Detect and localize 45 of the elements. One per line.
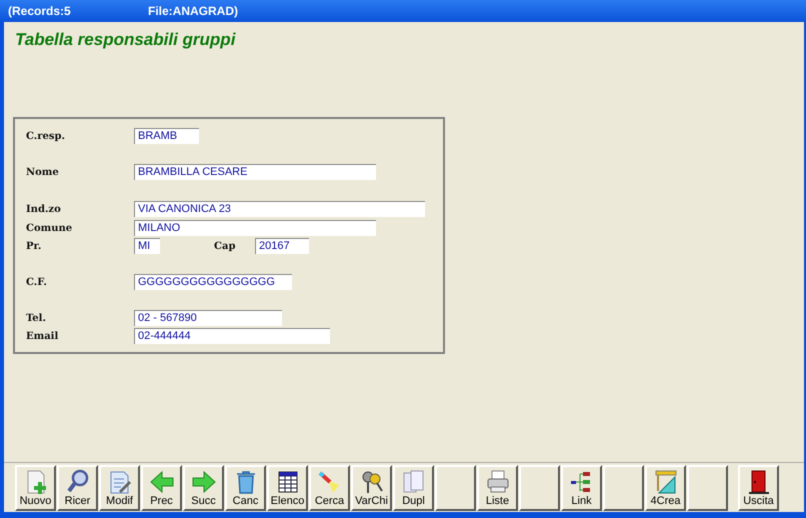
field-label: Ind.zo [26, 202, 62, 216]
toolbar-button[interactable]: VarChi [351, 464, 392, 510]
text-field[interactable]: 02 - 567890 [134, 310, 282, 326]
text-field[interactable]: MI [134, 238, 160, 254]
left-arrow-icon [148, 468, 174, 494]
field-label: Nome [26, 166, 60, 180]
toolbar-button[interactable]: Link [561, 464, 602, 510]
text-field[interactable]: GGGGGGGGGGGGGGGG [134, 274, 292, 290]
window-title: File:ANAGRAD) [148, 3, 238, 20]
toolbar-button[interactable]: Nuovo [15, 464, 56, 510]
blank-toolbar-button[interactable] [687, 464, 728, 510]
text-field[interactable]: VIA CANONICA 23 [134, 201, 425, 217]
blank-toolbar-button[interactable] [603, 464, 644, 510]
copy-icon [400, 468, 426, 494]
toolbar-button[interactable]: Elenco [267, 464, 308, 510]
form-heading: Tabella responsabili gruppi [14, 29, 237, 50]
right-arrow-icon [190, 468, 216, 494]
toolbar-button[interactable]: Ricer [57, 464, 98, 510]
field-label: C.F. [26, 276, 48, 290]
field-label: Pr. [26, 240, 42, 254]
blank-toolbar-button[interactable] [519, 464, 560, 510]
magnifier-icon [64, 468, 90, 494]
field-label: Comune [26, 222, 74, 236]
toolbar-button[interactable]: 4Crea [645, 464, 686, 510]
text-field[interactable]: BRAMBILLA CESARE [134, 164, 376, 180]
text-field[interactable]: MILANO [134, 220, 376, 236]
toolbar-button[interactable]: Dupl [393, 464, 434, 510]
field-label: Cap [214, 240, 236, 254]
toolbar-button[interactable]: Modif [99, 464, 140, 510]
field-label: Tel. [26, 312, 47, 326]
field-label: Email [26, 330, 60, 344]
ruler-triangle-icon [652, 468, 678, 494]
window-title: (Records:5 [8, 3, 72, 20]
text-field[interactable]: BRAMB [134, 128, 199, 144]
field-label: C.resp. [26, 130, 66, 144]
printer-icon [484, 468, 510, 494]
toolbar-button[interactable]: Prec [141, 464, 182, 510]
toolbar-button[interactable]: Cerca [309, 464, 350, 510]
toolbar-button[interactable]: Uscita [738, 464, 779, 510]
toolbar-button[interactable]: Liste [477, 464, 518, 510]
toolbar-button[interactable]: Canc [225, 464, 266, 510]
blank-toolbar-button[interactable] [435, 464, 476, 510]
text-field[interactable]: 20167 [255, 238, 309, 254]
toolbar-button[interactable]: Succ [183, 464, 224, 510]
text-field[interactable]: 02-444444 [134, 328, 330, 344]
